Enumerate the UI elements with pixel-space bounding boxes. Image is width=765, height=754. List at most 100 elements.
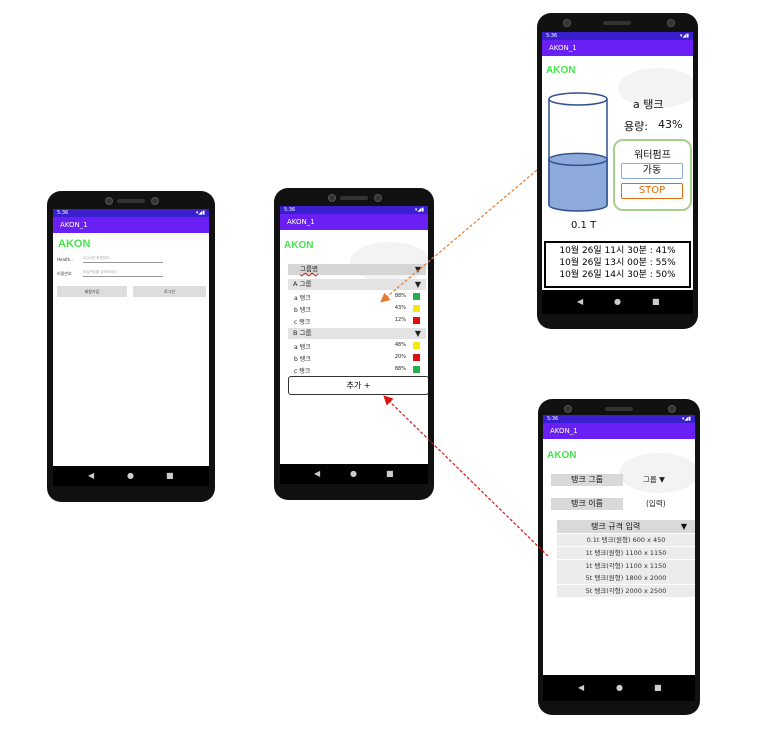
back-icon[interactable]: ◀	[577, 297, 583, 307]
form-screen: 5:36 ▾◢▮ AKON_1 AKON 탱크 그룹 그룹 ▼ 탱크 이름 (입력…	[543, 415, 695, 701]
form-phone: 5:36 ▾◢▮ AKON_1 AKON 탱크 그룹 그룹 ▼ 탱크 이름 (입력…	[538, 399, 700, 715]
tank-group-label: 탱크 그룹	[551, 474, 623, 486]
nav-bar: ◀ ● ■	[543, 675, 695, 701]
password-input[interactable]: 비밀번호를 입력하세요	[83, 269, 163, 277]
tank-row[interactable]: b 탱크 43%	[290, 305, 426, 315]
recent-apps-icon[interactable]: ■	[652, 297, 660, 307]
back-icon[interactable]: ◀	[314, 469, 320, 479]
signup-button[interactable]: 회원가입	[57, 286, 127, 297]
tank-name: c 탱크	[294, 319, 311, 326]
camera	[668, 405, 676, 413]
history-entry: 10월 26일 13시 00분 : 55%	[559, 258, 676, 268]
dropdown-arrow-icon: ▼	[414, 265, 421, 274]
tank-name: b 탱크	[294, 356, 311, 363]
home-icon[interactable]: ●	[614, 297, 621, 307]
home-icon[interactable]: ●	[350, 469, 357, 479]
spec-option[interactable]: 5t 탱크(원형) 1800 x 2000	[557, 572, 695, 584]
dropdown-arrow-icon: ▼	[414, 280, 421, 289]
tank-name: a 탱크	[633, 98, 664, 111]
status-bar: 5:36 ▾◢▮	[53, 209, 209, 217]
app-logo: AKON	[547, 450, 577, 461]
spec-option[interactable]: 1t 탱크(각형) 1100 x 1150	[557, 560, 695, 572]
app-bar-title: AKON_1	[53, 217, 209, 233]
tank-name-input[interactable]: (입력)	[646, 498, 666, 510]
tank-percent: 43%	[394, 305, 406, 311]
group-name: B 그룹	[293, 329, 312, 337]
recent-apps-icon[interactable]: ■	[166, 471, 174, 481]
spec-option[interactable]: 5t 탱크(각형) 2000 x 2500	[557, 585, 695, 597]
group-select-label: 그룹명	[300, 265, 318, 273]
id-input[interactable]: 2020년 회원정보...	[83, 255, 163, 263]
status-bar: 5:36 ▾◢▮	[543, 415, 695, 423]
status-indicator	[413, 354, 420, 361]
home-icon[interactable]: ●	[616, 683, 623, 693]
spec-option[interactable]: 0.1t 탱크(원형) 600 x 450	[557, 534, 695, 546]
history-entry: 10월 26일 11시 30분 : 41%	[559, 246, 676, 256]
camera	[374, 194, 382, 202]
tank-spec-dropdown[interactable]: 탱크 규격 입력 ▼	[557, 520, 695, 533]
tank-row[interactable]: a 탱크 48%	[290, 342, 426, 352]
tank-name: a 탱크	[294, 295, 311, 302]
nav-bar: ◀ ● ■	[542, 290, 693, 314]
status-icons: ▾◢▮	[681, 416, 691, 422]
recent-apps-icon[interactable]: ■	[386, 469, 394, 479]
status-indicator	[413, 317, 420, 324]
status-indicator	[413, 293, 420, 300]
app-logo: AKON	[58, 238, 91, 250]
speaker	[605, 407, 633, 411]
status-indicator	[413, 366, 420, 373]
login-phone: 5:36 ▾◢▮ AKON_1 AKON Health... 2020년 회원정보…	[47, 191, 215, 502]
group-header-b[interactable]: B 그룹 ▼	[288, 328, 426, 339]
tank-name: a 탱크	[294, 344, 311, 351]
detail-screen: 5:36 ▾◢▮ AKON_1 AKON 0.1 T a 탱크 용량: 43% 워…	[542, 32, 693, 314]
status-icons: ▾◢▮	[679, 33, 689, 39]
speaker	[117, 199, 145, 203]
tank-name: b 탱크	[294, 307, 311, 314]
group-header-a[interactable]: A 그룹 ▼	[288, 279, 426, 290]
app-bar-title: AKON_1	[280, 214, 428, 230]
tank-row[interactable]: c 탱크 12%	[290, 317, 426, 327]
capacity-label: 용량:	[624, 120, 648, 133]
camera	[105, 197, 113, 205]
detail-phone: 5:36 ▾◢▮ AKON_1 AKON 0.1 T a 탱크 용량: 43% 워…	[537, 13, 698, 329]
tank-water	[548, 158, 608, 212]
add-tank-button[interactable]: 추가 +	[288, 376, 428, 395]
back-icon[interactable]: ◀	[88, 471, 94, 481]
nav-bar: ◀ ● ■	[280, 464, 428, 484]
app-bar-title: AKON_1	[543, 423, 695, 439]
nav-bar: ◀ ● ■	[53, 466, 209, 486]
status-bar: 5:36 ▾◢▮	[542, 32, 693, 40]
status-time: 5:36	[284, 207, 296, 213]
history-entry: 10월 26일 14시 30분 : 50%	[559, 270, 676, 280]
background-cloud	[350, 242, 428, 282]
tank-percent: 88%	[394, 293, 406, 299]
recent-apps-icon[interactable]: ■	[654, 683, 662, 693]
back-icon[interactable]: ◀	[578, 683, 584, 693]
tank-top	[548, 92, 608, 106]
tank-group-dropdown[interactable]: 그룹 ▼	[643, 474, 665, 486]
tank-row[interactable]: a 탱크 88%	[290, 293, 426, 303]
speaker	[603, 21, 631, 25]
camera	[563, 19, 571, 27]
app-logo: AKON	[546, 65, 576, 76]
tank-row[interactable]: b 탱크 20%	[290, 354, 426, 364]
camera	[151, 197, 159, 205]
status-time: 5:36	[546, 33, 558, 39]
login-button[interactable]: 로그인	[133, 286, 206, 297]
tank-size: 0.1 T	[571, 220, 597, 231]
history-list: 10월 26일 11시 30분 : 41% 10월 26일 13시 00분 : …	[544, 241, 691, 288]
pump-on-button[interactable]: 가동	[621, 163, 683, 179]
tank-percent: 12%	[394, 317, 406, 323]
group-select-dropdown[interactable]: 그룹명 ▼	[288, 264, 426, 275]
pump-stop-button[interactable]: STOP	[621, 183, 683, 199]
status-icons: ▾◢▮	[414, 207, 424, 213]
camera	[667, 19, 675, 27]
group-name: A 그룹	[293, 280, 312, 288]
pump-title: 워터펌프	[634, 150, 671, 161]
tank-percent: 88%	[394, 366, 406, 372]
dropdown-arrow-icon: ▼	[680, 522, 687, 531]
tank-row[interactable]: c 탱크 88%	[290, 366, 426, 376]
id-label: Health...	[57, 257, 74, 262]
home-icon[interactable]: ●	[127, 471, 134, 481]
spec-option[interactable]: 1t 탱크(원형) 1100 x 1150	[557, 547, 695, 559]
